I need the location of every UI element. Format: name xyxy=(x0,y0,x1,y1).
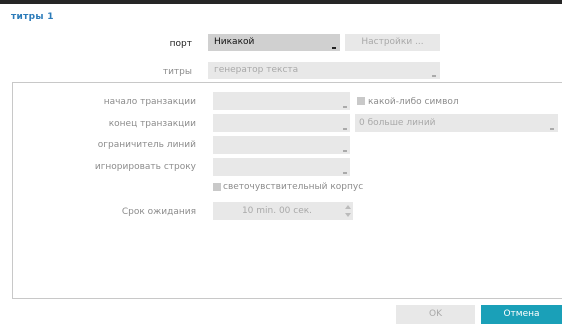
timeout-label: Срок ожидания xyxy=(121,207,196,217)
transaction-start-field[interactable] xyxy=(213,92,350,110)
ignore-line-label: игнорировать строку xyxy=(94,162,196,172)
line-delimiter-label: ограничитель линий xyxy=(97,140,196,150)
field-edit-icon xyxy=(343,172,347,174)
case-sensitive-checkbox[interactable] xyxy=(213,183,221,191)
timeout-spinner[interactable]: 10 min. 00 сек. xyxy=(213,202,353,220)
transaction-start-label: начало транзакции xyxy=(103,97,196,107)
more-lines-dropdown[interactable]: 0 больше линий xyxy=(355,114,558,132)
field-edit-icon xyxy=(343,150,347,152)
dialog-title: титры 1 xyxy=(11,12,54,22)
field-edit-icon xyxy=(343,128,347,130)
port-label: порт xyxy=(169,39,192,49)
any-symbol-label: какой-либо символ xyxy=(368,97,459,107)
titles-label: титры xyxy=(162,67,192,77)
arrow-up-icon[interactable] xyxy=(345,205,351,209)
timeout-value: 10 min. 00 сек. xyxy=(241,206,313,216)
chevron-down-icon xyxy=(432,75,436,77)
transaction-end-label: конец транзакции xyxy=(108,119,196,129)
more-lines-value: 0 больше линий xyxy=(359,118,436,128)
chevron-down-icon xyxy=(550,128,554,130)
chevron-down-icon xyxy=(332,47,336,49)
cancel-button[interactable]: Отмена xyxy=(481,305,562,324)
ignore-line-field[interactable] xyxy=(213,158,350,176)
case-sensitive-label: светочувствительный корпус xyxy=(223,182,364,192)
arrow-down-icon[interactable] xyxy=(345,213,351,217)
any-symbol-checkbox[interactable] xyxy=(357,97,365,105)
top-border xyxy=(0,0,562,4)
port-value: Никакой xyxy=(214,37,255,47)
port-settings-button[interactable]: Настройки ... xyxy=(345,34,440,51)
port-dropdown[interactable]: Никакой xyxy=(208,34,340,51)
transaction-end-field[interactable] xyxy=(213,114,350,132)
titles-dropdown[interactable]: генератор текста xyxy=(208,62,440,79)
titles-value: генератор текста xyxy=(214,65,299,75)
ok-button[interactable]: OK xyxy=(396,305,475,324)
field-edit-icon xyxy=(343,106,347,108)
line-delimiter-field[interactable] xyxy=(213,136,350,154)
